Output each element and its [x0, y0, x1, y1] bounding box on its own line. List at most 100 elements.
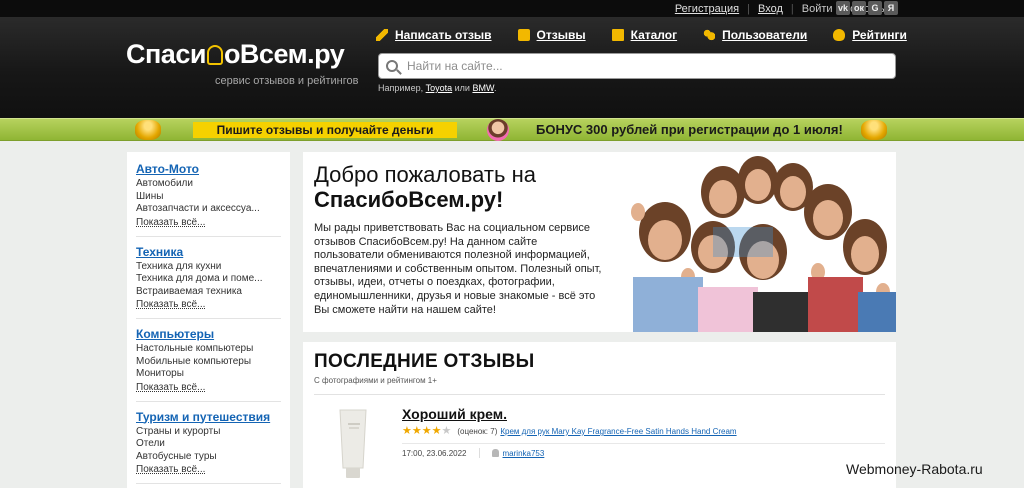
category-auto-moto[interactable]: Авто-Мото — [136, 162, 281, 176]
category-tech[interactable]: Техника — [136, 245, 281, 259]
site-logo[interactable]: Спаси оВсем.ру — [126, 39, 345, 70]
review-meta: ★ ★ ★ ★ ★ (оценок: 7) Крем для рук Mary … — [402, 426, 737, 437]
search-icon[interactable] — [386, 60, 398, 72]
subcategory-link[interactable]: Мобильные компьютеры — [136, 356, 281, 369]
divider — [478, 448, 480, 458]
subcategory-link[interactable]: Страны и курорты — [136, 426, 281, 439]
odnoklassniki-icon[interactable]: ок — [852, 1, 866, 15]
example-prefix: Например, — [378, 83, 426, 93]
subcategory-link[interactable]: Мониторы — [136, 368, 281, 381]
star-icon: ★ — [402, 425, 412, 437]
welcome-text: Мы рады приветствовать Вас на социальном… — [314, 222, 602, 316]
category-block: Авто-Мото Автомобили Шины Автозапчасти и… — [136, 162, 281, 237]
reviews-subtitle: С фотографиями и рейтингом 1+ — [314, 376, 437, 385]
subcategory-link[interactable]: Техника для дома и поме... — [136, 273, 281, 286]
subcategory-link[interactable]: Настольные компьютеры — [136, 343, 281, 356]
star-icon: ★ — [411, 425, 422, 437]
welcome-title: Добро пожаловать на СпасибоВсем.ру! — [314, 162, 594, 212]
example-link-bmw[interactable]: BMW — [472, 83, 494, 93]
watermark-text: Webmoney-Rabota.ru — [846, 461, 983, 477]
subcategory-link[interactable]: Автомобили — [136, 178, 281, 191]
rating-count: (оценок: 7) — [457, 427, 498, 436]
nav-users[interactable]: Пользователи — [703, 28, 807, 42]
subcategory-link[interactable]: Отели — [136, 438, 281, 451]
crowd-thumbs-up-image — [603, 152, 896, 332]
nav-reviews[interactable]: Отзывы — [517, 28, 586, 42]
subcategory-link[interactable]: Автобусные туры — [136, 451, 281, 464]
yandex-icon[interactable]: Я — [884, 1, 898, 15]
nav-ratings[interactable]: Рейтинги — [833, 28, 907, 42]
review-footer: 17:00, 23.06.2022 marinka753 — [402, 448, 544, 458]
subcategory-link[interactable]: Встраиваемая техника — [136, 286, 281, 299]
chat-icon — [517, 29, 530, 41]
subcategory-link[interactable]: Техника для кухни — [136, 261, 281, 274]
latest-reviews-panel: ПОСЛЕДНИЕ ОТЗЫВЫ С фотографиями и рейтин… — [303, 342, 896, 488]
logo-text-end: оВсем.ру — [223, 39, 345, 69]
nav-catalog[interactable]: Каталог — [611, 28, 678, 42]
search-input[interactable] — [407, 59, 867, 73]
category-block: Компьютеры Настольные компьютеры Мобильн… — [136, 327, 281, 402]
social-login: vk ок G Я — [836, 1, 898, 15]
top-bar: Регистрация | Вход | Войти с помощью: vk… — [0, 0, 1024, 17]
search-example: Например, Toyota или BMW. — [378, 83, 496, 93]
login-link[interactable]: Вход — [758, 3, 783, 15]
subcategory-link[interactable]: Автозапчасти и аксессуа... — [136, 203, 281, 216]
google-icon[interactable]: G — [868, 1, 882, 15]
example-link-toyota[interactable]: Toyota — [426, 83, 453, 93]
show-all-link[interactable]: Показать всё... — [136, 382, 281, 393]
category-block: Техника Техника для кухни Техника для до… — [136, 245, 281, 319]
logo-text-start: Спаси — [126, 39, 206, 69]
welcome-title-line1: Добро пожаловать на — [314, 162, 536, 187]
product-thumbnail[interactable] — [332, 404, 374, 484]
review-author-link[interactable]: marinka753 — [503, 449, 545, 458]
star-icon: ★ — [421, 425, 432, 437]
review-date: 17:00, 23.06.2022 — [402, 448, 467, 458]
nav-write-review[interactable]: Написать отзыв — [376, 28, 492, 42]
promo-banner[interactable]: Пишите отзывы и получайте деньги БОНУС 3… — [0, 118, 1024, 141]
category-block: Туризм и путешествия Страны и курорты От… — [136, 410, 281, 484]
divider — [402, 443, 885, 444]
nav-label: Рейтинги — [852, 28, 907, 42]
star-icon: ★ — [431, 425, 442, 437]
nav-label: Отзывы — [536, 28, 586, 42]
search-box — [378, 53, 896, 79]
example-mid: или — [452, 83, 473, 93]
divider: | — [790, 2, 794, 15]
review-title-link[interactable]: Хороший крем. — [402, 406, 507, 422]
register-link[interactable]: Регистрация — [675, 3, 739, 15]
coins-icon — [861, 120, 887, 140]
reviews-heading: ПОСЛЕДНИЕ ОТЗЫВЫ — [314, 351, 535, 372]
vk-icon[interactable]: vk — [836, 1, 850, 15]
example-suffix: . — [493, 83, 497, 93]
banner-bonus-text: БОНУС 300 рублей при регистрации до 1 ию… — [536, 122, 843, 137]
product-link[interactable]: Крем для рук Mary Kay Fragrance-Free Sat… — [500, 427, 736, 436]
subcategory-link[interactable]: Шины — [136, 191, 281, 204]
coins-icon — [135, 120, 161, 140]
promo-avatar — [487, 119, 509, 141]
thumbs-up-icon — [206, 45, 223, 65]
nav-label: Пользователи — [722, 28, 808, 42]
show-all-link[interactable]: Показать всё... — [136, 217, 281, 228]
divider: | — [747, 2, 750, 15]
pen-icon — [376, 29, 388, 41]
category-computers[interactable]: Компьютеры — [136, 327, 281, 341]
show-all-link[interactable]: Показать всё... — [136, 464, 281, 475]
main-nav: Написать отзыв Отзывы Каталог Пользовате… — [376, 28, 933, 42]
welcome-panel: Добро пожаловать на СпасибоВсем.ру! Мы ра… — [303, 152, 896, 332]
rating-stars: ★ ★ ★ ★ ★ — [402, 426, 451, 437]
site-header: Спаси оВсем.ру сервис отзывов и рейтингов… — [0, 17, 1024, 118]
banner-earn-text: Пишите отзывы и получайте деньги — [193, 122, 457, 138]
star-icon: ★ — [441, 425, 452, 437]
divider — [314, 394, 885, 395]
users-icon — [703, 29, 716, 41]
category-travel[interactable]: Туризм и путешествия — [136, 410, 281, 424]
catalog-icon — [611, 29, 624, 41]
user-icon — [491, 449, 499, 457]
welcome-title-line2: СпасибоВсем.ру! — [314, 187, 504, 212]
category-sidebar: Авто-Мото Автомобили Шины Автозапчасти и… — [127, 152, 290, 488]
nav-label: Написать отзыв — [395, 28, 492, 42]
bulb-icon — [833, 29, 846, 41]
nav-label: Каталог — [630, 28, 678, 42]
show-all-link[interactable]: Показать всё... — [136, 299, 281, 310]
site-tagline: сервис отзывов и рейтингов — [215, 75, 359, 87]
